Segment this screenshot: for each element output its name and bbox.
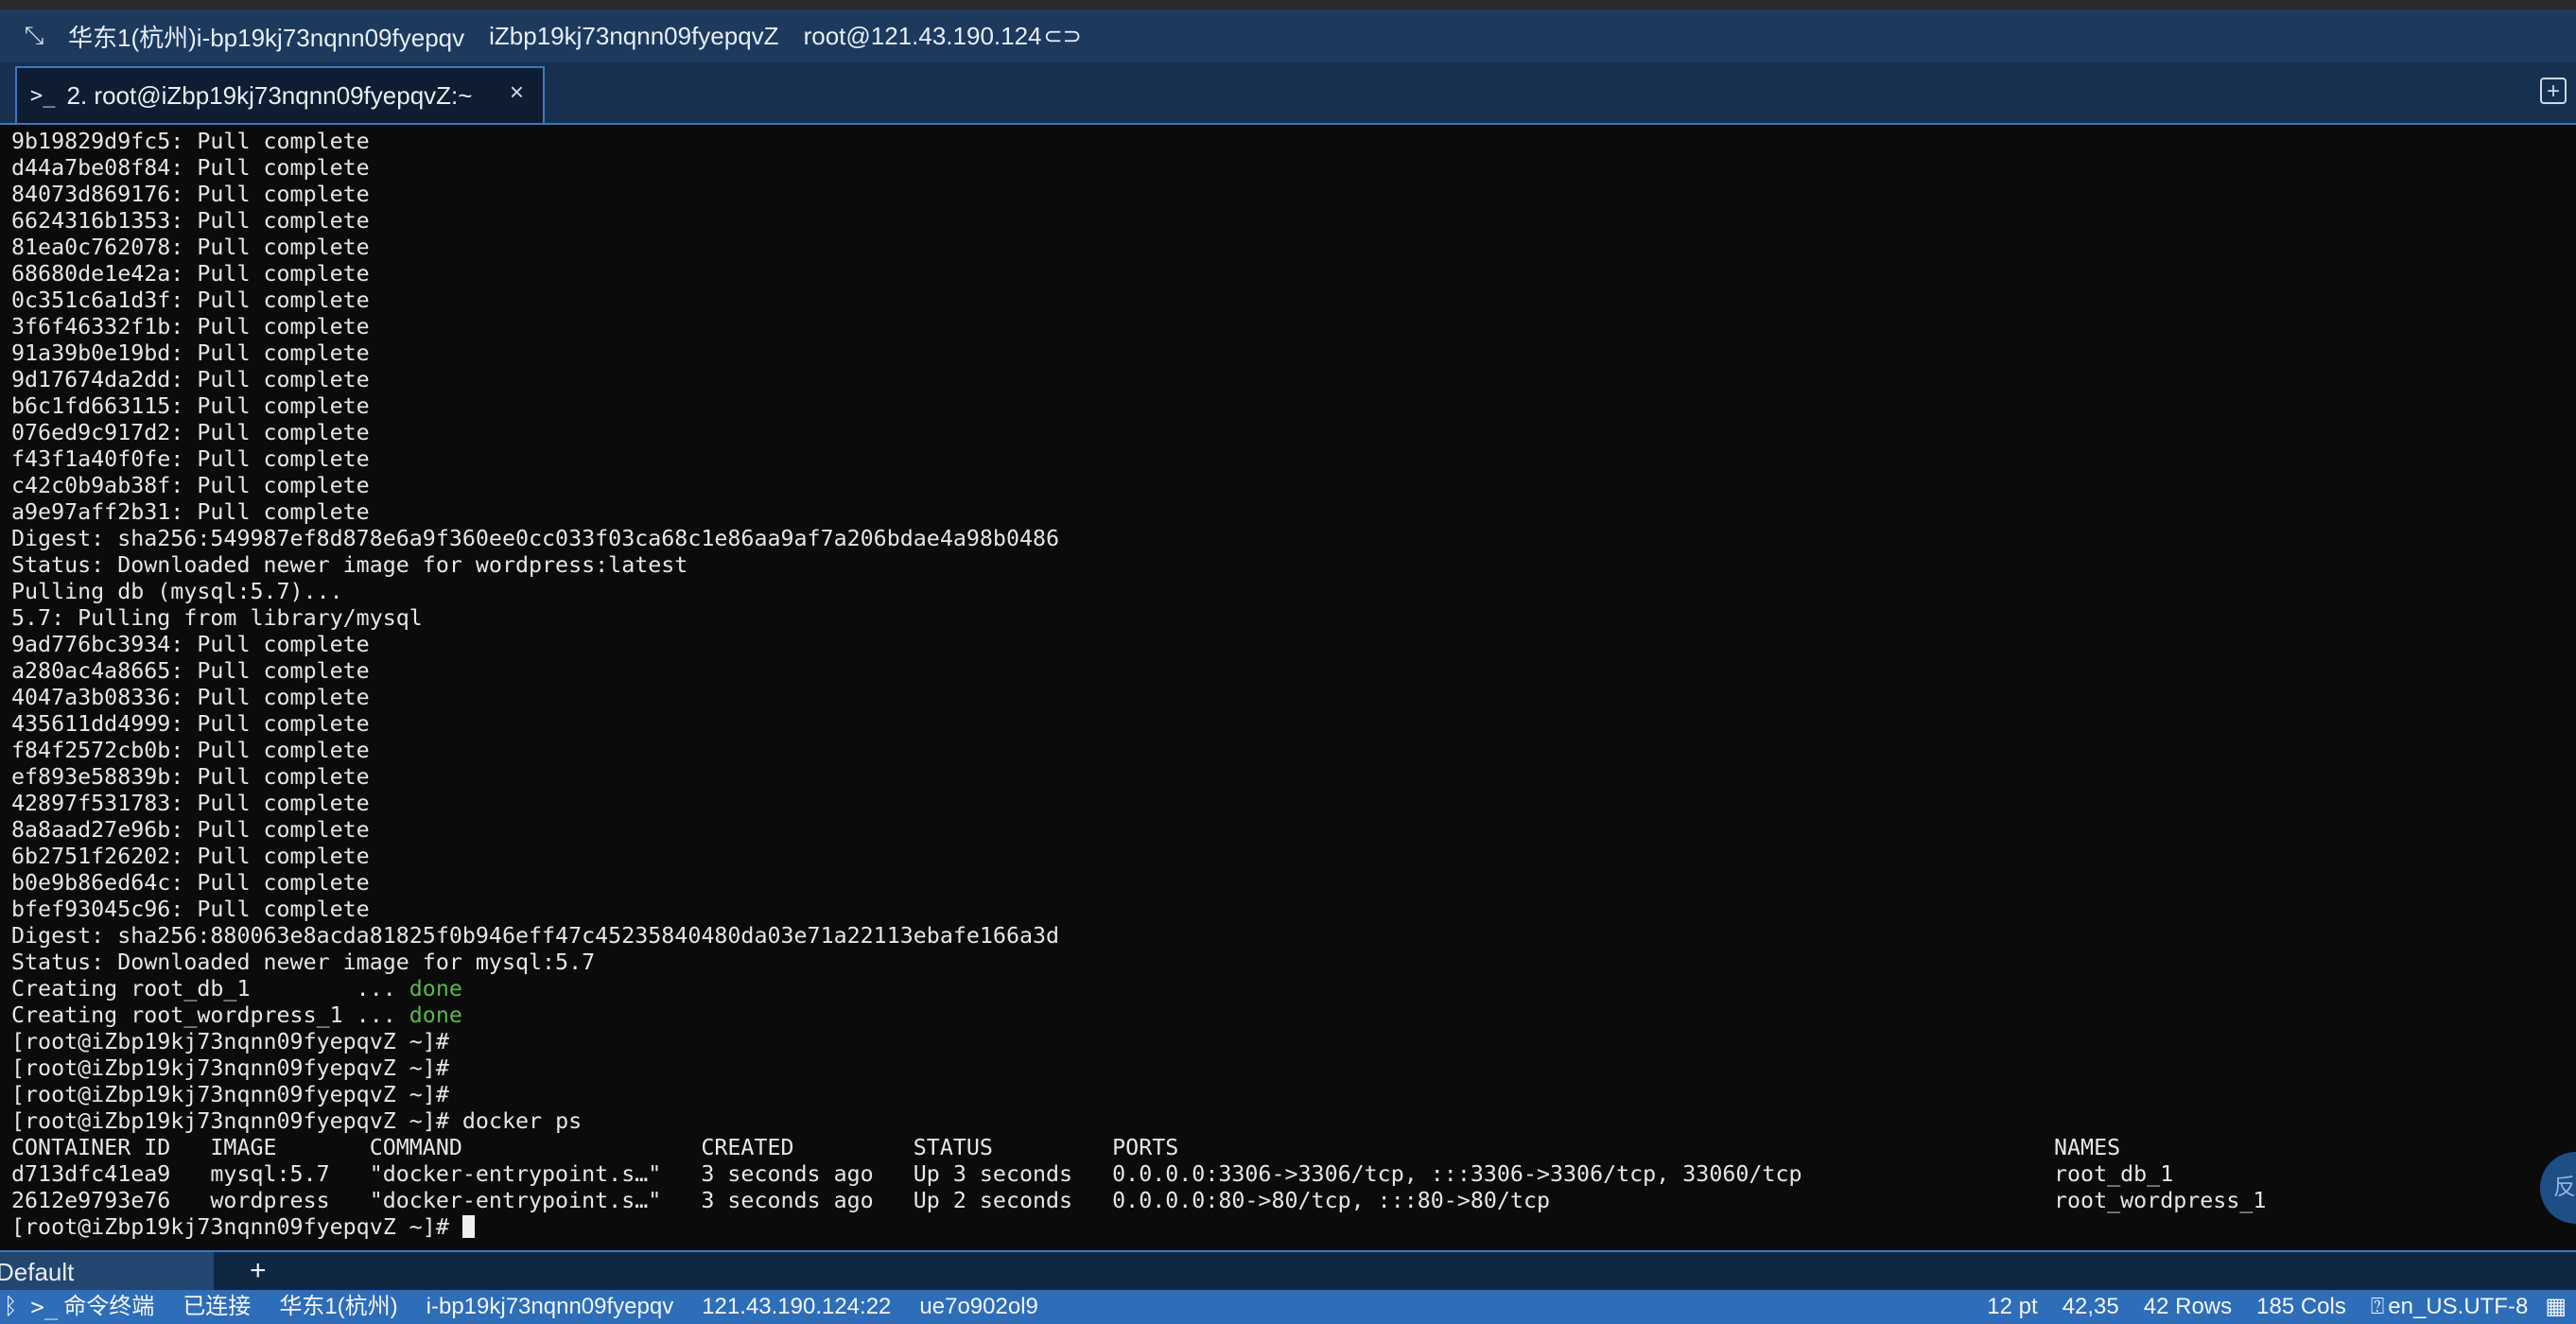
tab-terminal-session[interactable]: >_ 2. root@iZbp19kj73nqnn09fyepqvZ:~ × [15, 66, 545, 123]
prompt-line: [root@iZbp19kj73nqnn09fyepqvZ ~]# [11, 1214, 449, 1240]
fullscreen-icon[interactable]: ⤡ [0, 21, 68, 51]
tab-close-icon[interactable]: × [510, 78, 524, 107]
status-cursor-pos: 42,35 [2062, 1294, 2119, 1319]
tab-label: 2. root@iZbp19kj73nqnn09fyepqvZ:~ [66, 80, 473, 110]
prompt-line: [root@iZbp19kj73nqnn09fyepqvZ ~]# [11, 1029, 449, 1054]
title-bar: ⤡ 华东1(杭州)i-bp19kj73nqnn09fyepqv iZbp19kj… [0, 9, 2576, 62]
creating-status: done [409, 1002, 462, 1028]
terminal-line: Status: Downloaded newer image for mysql… [11, 949, 596, 975]
tab-bar: >_ 2. root@iZbp19kj73nqnn09fyepqvZ:~ × + [0, 62, 2576, 125]
terminal-line: 84073d869176: Pull complete [11, 182, 370, 207]
status-address: 121.43.190.124:22 [702, 1294, 892, 1319]
terminal-line: Pulling db (mysql:5.7)... [11, 579, 343, 604]
terminal-line: 5.7: Pulling from library/mysql [11, 605, 423, 631]
terminal-line: d44a7be08f84: Pull complete [11, 155, 370, 181]
terminal-icon: >_ [30, 1294, 59, 1320]
prompt-line: [root@iZbp19kj73nqnn09fyepqvZ ~]# [11, 1082, 449, 1107]
terminal-line: 435611dd4999: Pull complete [11, 711, 370, 737]
terminal-line: 91a39b0e19bd: Pull complete [11, 340, 370, 366]
terminal-line: a280ac4a8665: Pull complete [11, 658, 370, 684]
ps-header: CONTAINER ID IMAGE COMMAND CREATED STATU… [11, 1135, 2121, 1160]
creating-line: Creating root_db_1 ... [11, 976, 409, 1002]
status-font-size[interactable]: 12 pt [1987, 1290, 2037, 1324]
title-hostname: iZbp19kj73nqnn09fyepqvZ [489, 21, 779, 50]
terminal-line: 076ed9c917d2: Pull complete [11, 420, 370, 445]
prompt-line: [root@iZbp19kj73nqnn09fyepqvZ ~]# [11, 1055, 449, 1081]
prompt-line: [root@iZbp19kj73nqnn09fyepqvZ ~]# [11, 1108, 449, 1134]
terminal-line: f84f2572cb0b: Pull complete [11, 738, 370, 763]
status-instance-id: i-bp19kj73nqnn09fyepqv [426, 1294, 674, 1319]
terminal-prompt-icon: >_ [30, 83, 56, 108]
terminal-line: 9b19829d9fc5: Pull complete [11, 129, 370, 154]
terminal-line: 0c351c6a1d3f: Pull complete [11, 287, 370, 313]
session-tab-default[interactable]: Default [0, 1252, 214, 1292]
terminal-line: b6c1fd663115: Pull complete [11, 393, 370, 419]
terminal-line: Status: Downloaded newer image for wordp… [11, 552, 688, 578]
ps-row: 2612e9793e76 wordpress "docker-entrypoin… [11, 1188, 2267, 1213]
terminal-line: 42897f531783: Pull complete [11, 791, 370, 816]
creating-status: done [409, 976, 462, 1002]
status-connection-state: 已连接 [183, 1294, 252, 1319]
title-connection-label: root@121.43.190.124 [803, 21, 1042, 50]
terminal-line: Digest: sha256:880063e8acda81825f0b946ef… [11, 923, 1060, 949]
title-connection: root@121.43.190.124 ⊂⊃ [804, 22, 1082, 51]
bluetooth-icon: ᛒ [4, 1294, 18, 1319]
link-icon[interactable]: ⊂⊃ [1044, 23, 1082, 50]
layout-grid-icon[interactable]: ▦ [2545, 1290, 2567, 1324]
terminal-line: 3f6f46332f1b: Pull complete [11, 314, 370, 340]
status-terminal-label: 命令终端 [63, 1294, 155, 1319]
terminal-line: bfef93045c96: Pull complete [11, 897, 370, 922]
status-bar: ᛒ >_ 命令终端 已连接 华东1(杭州) i-bp19kj73nqnn09fy… [0, 1290, 2576, 1324]
terminal-line: 6b2751f26202: Pull complete [11, 844, 370, 869]
terminal-output[interactable]: 9b19829d9fc5: Pull complete d44a7be08f84… [0, 125, 2576, 1250]
window-top-strip [0, 0, 2576, 9]
session-bar: Default + [0, 1250, 2576, 1292]
terminal-line: b0e9b86ed64c: Pull complete [11, 870, 370, 896]
terminal-text: 9b19829d9fc5: Pull complete d44a7be08f84… [0, 125, 2576, 1241]
new-tab-button[interactable]: + [2540, 78, 2567, 104]
terminal-line: f43f1a40f0fe: Pull complete [11, 446, 370, 472]
terminal-line: 6624316b1353: Pull complete [11, 208, 370, 234]
encoding-icon: ⍰ [2370, 1294, 2385, 1319]
terminal-line: 81ea0c762078: Pull complete [11, 235, 370, 260]
status-session-id: ue7o902ol9 [919, 1294, 1038, 1319]
status-region: 华东1(杭州) [279, 1294, 398, 1319]
text-cursor [461, 1215, 475, 1238]
status-cols: 185 Cols [2256, 1294, 2346, 1319]
title-region: 华东1(杭州)i-bp19kj73nqnn09fyepqv [68, 23, 465, 52]
terminal-line: 9d17674da2dd: Pull complete [11, 367, 370, 392]
terminal-line: a9e97aff2b31: Pull complete [11, 499, 370, 525]
terminal-line: Digest: sha256:549987ef8d878e6a9f360ee0c… [11, 526, 1060, 551]
status-encoding[interactable]: en_US.UTF-8 [2388, 1290, 2528, 1324]
terminal-line: 8a8aad27e96b: Pull complete [11, 817, 370, 843]
terminal-line: 68680de1e42a: Pull complete [11, 261, 370, 287]
creating-line: Creating root_wordpress_1 ... [11, 1002, 409, 1028]
terminal-line: ef893e58839b: Pull complete [11, 764, 370, 790]
add-session-icon[interactable]: + [250, 1252, 267, 1290]
ps-row: d713dfc41ea9 mysql:5.7 "docker-entrypoin… [11, 1161, 2174, 1187]
terminal-line: 9ad776bc3934: Pull complete [11, 632, 370, 657]
command-text: docker ps [461, 1108, 583, 1134]
terminal-line: c42c0b9ab38f: Pull complete [11, 473, 370, 498]
terminal-line: 4047a3b08336: Pull complete [11, 685, 370, 710]
status-rows: 42 Rows [2143, 1294, 2233, 1319]
